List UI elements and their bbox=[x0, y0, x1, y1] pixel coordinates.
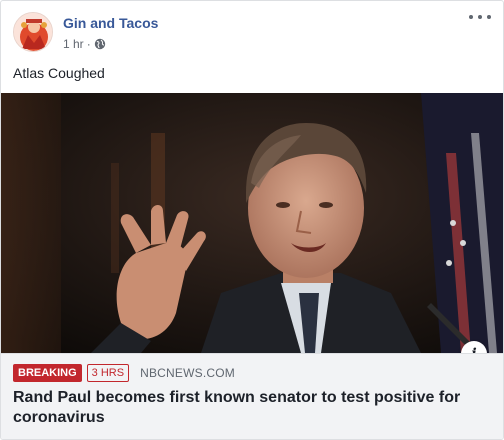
globe-icon[interactable] bbox=[94, 38, 106, 50]
more-dot bbox=[487, 15, 491, 19]
news-photo bbox=[1, 93, 503, 353]
post-timestamp[interactable]: 1 hr bbox=[63, 37, 84, 51]
post-card: Gin and Tacos 1 hr · Atlas Coughed BREAK… bbox=[0, 0, 504, 440]
page-avatar[interactable] bbox=[13, 12, 53, 52]
link-source: NBCNEWS.COM bbox=[140, 366, 235, 380]
breaking-badge: BREAKING bbox=[13, 364, 82, 382]
more-dot bbox=[478, 15, 482, 19]
post-header: Gin and Tacos 1 hr · bbox=[1, 1, 503, 63]
time-badge: 3 HRS bbox=[86, 364, 130, 382]
post-meta: 1 hr · bbox=[63, 37, 106, 51]
link-headline[interactable]: Rand Paul becomes first known senator to… bbox=[13, 388, 483, 428]
avatar-illustration-icon bbox=[14, 13, 52, 51]
link-image[interactable]: i bbox=[1, 93, 503, 353]
more-options-button[interactable] bbox=[469, 11, 491, 23]
post-message: Atlas Coughed bbox=[13, 65, 105, 81]
page-name-link[interactable]: Gin and Tacos bbox=[63, 15, 158, 31]
link-badges: BREAKING 3 HRS NBCNEWS.COM bbox=[13, 364, 235, 382]
link-preview[interactable]: BREAKING 3 HRS NBCNEWS.COM Rand Paul bec… bbox=[1, 353, 503, 439]
meta-separator: · bbox=[86, 37, 91, 51]
info-icon: i bbox=[471, 346, 476, 353]
more-dots-icon bbox=[469, 15, 473, 19]
